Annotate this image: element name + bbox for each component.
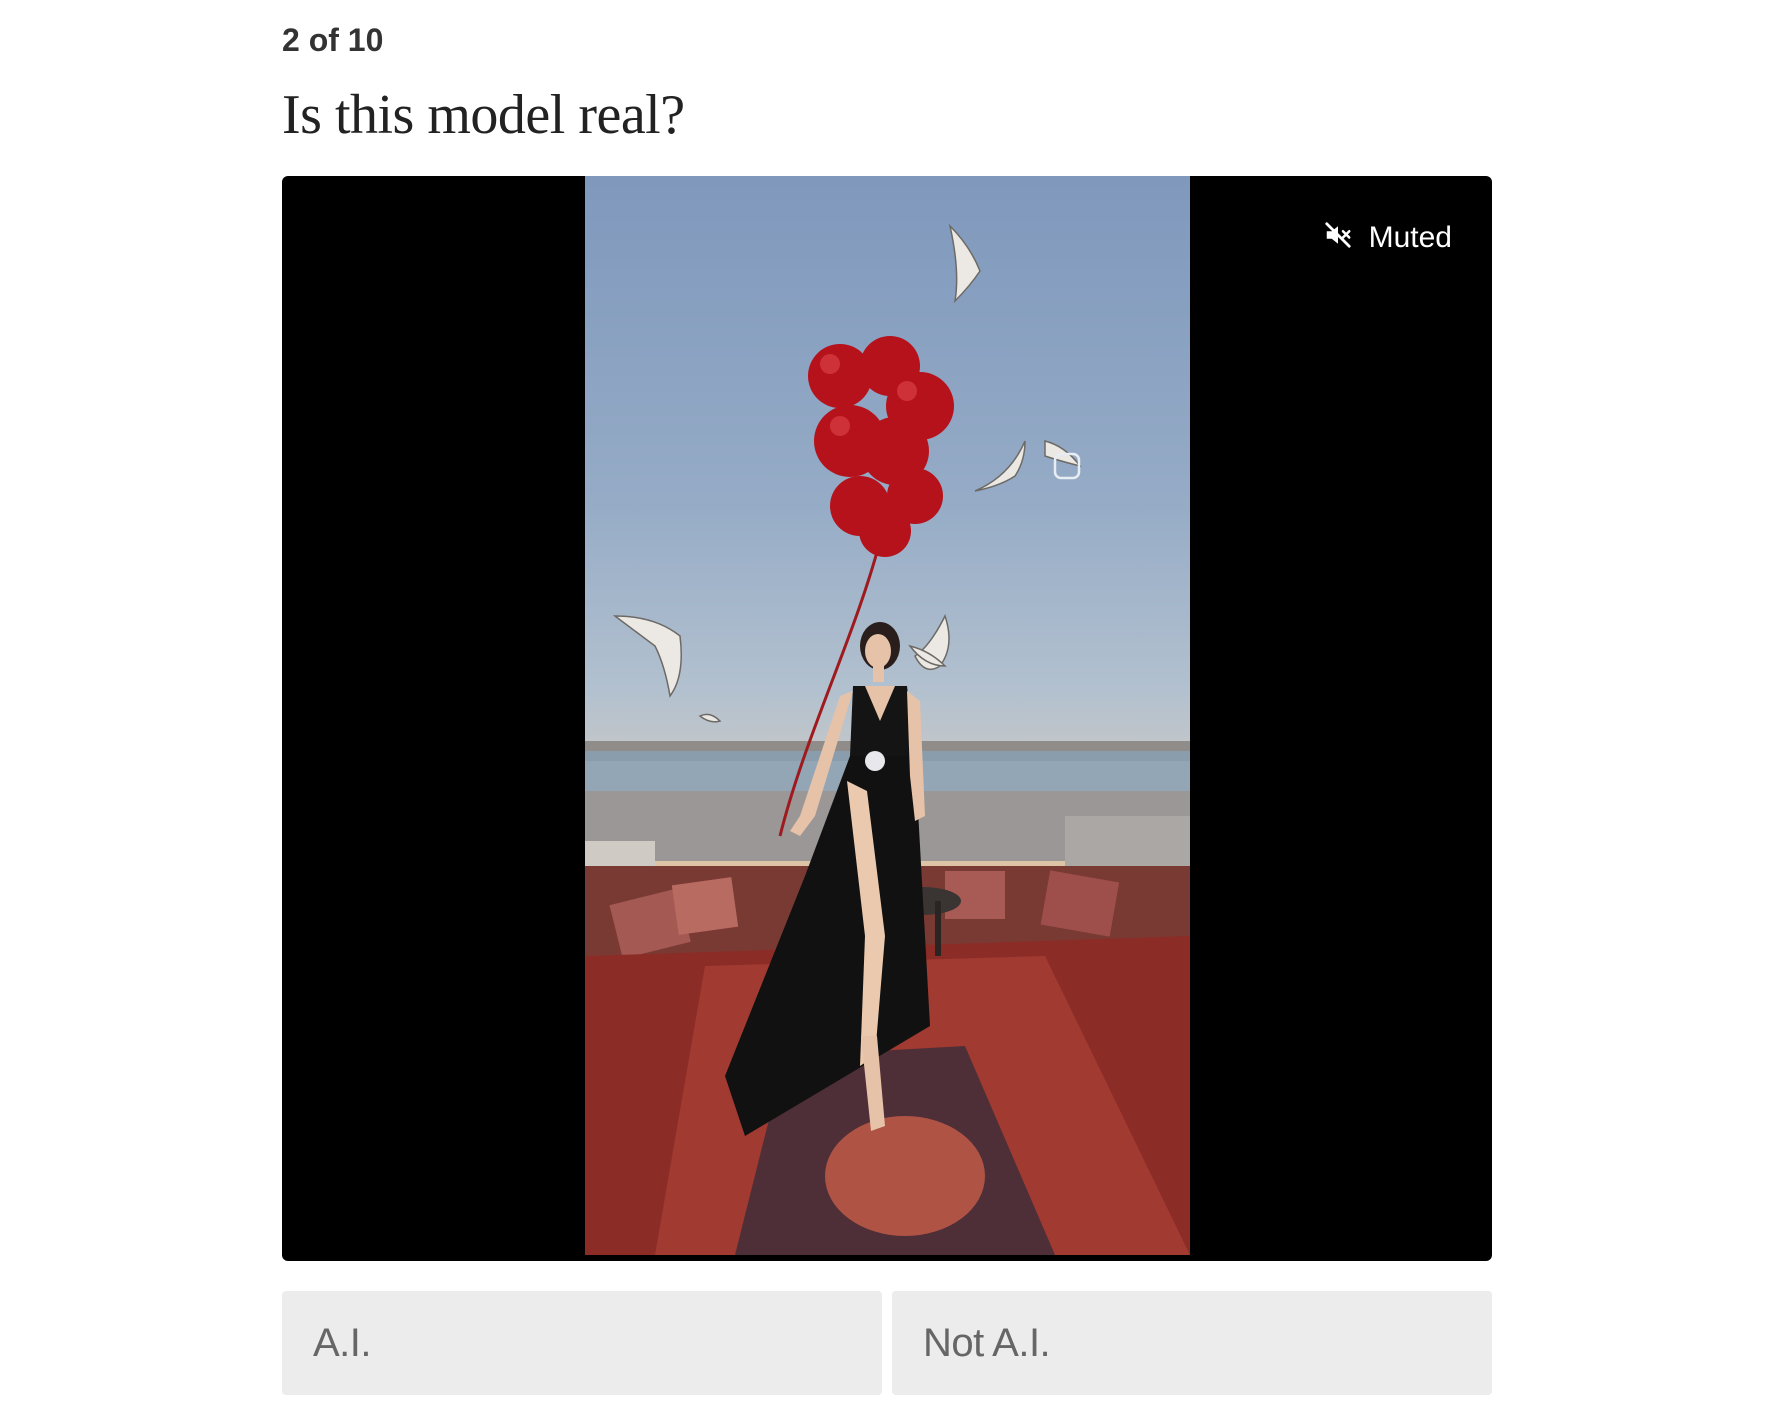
answer-ai-button[interactable]: A.I.	[282, 1291, 882, 1395]
question-counter: 2 of 10	[282, 22, 384, 58]
table-leg-2	[935, 901, 941, 956]
answer-ai-label: A.I.	[313, 1320, 372, 1365]
mute-toggle-button[interactable]: Muted	[1323, 220, 1452, 255]
speaker-muted-icon	[1323, 220, 1353, 255]
video-player[interactable]: Muted	[282, 176, 1492, 1261]
answer-not-ai-label: Not A.I.	[923, 1320, 1051, 1365]
question-title: Is this model real?	[282, 84, 685, 146]
answer-not-ai-button[interactable]: Not A.I.	[892, 1291, 1492, 1395]
mute-label: Muted	[1368, 220, 1452, 254]
rug-medallion	[825, 1116, 985, 1236]
cushion-2	[671, 877, 739, 935]
video-frame[interactable]	[585, 176, 1190, 1255]
video-scene-illustration	[585, 223, 1190, 1255]
